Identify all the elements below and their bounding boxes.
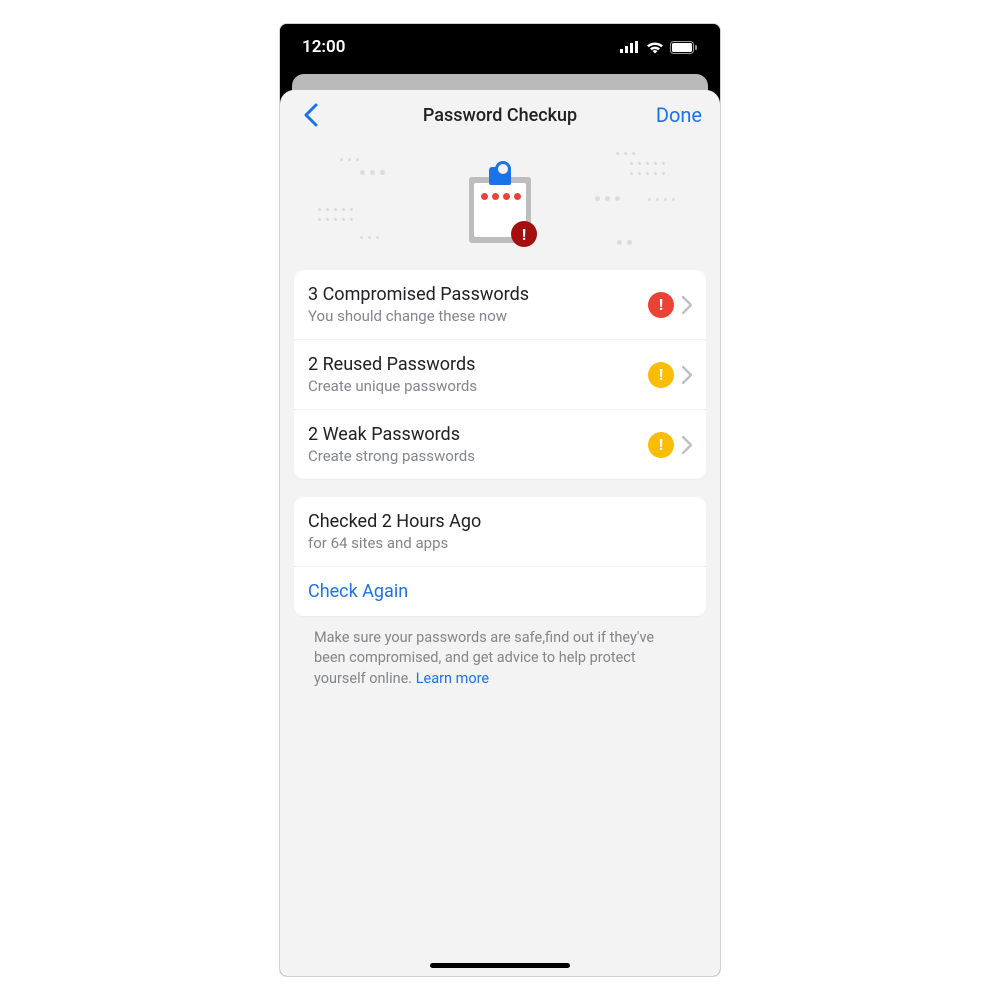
phone-frame: 12:00 Pass (279, 23, 721, 977)
page-title: Password Checkup (280, 105, 720, 126)
status-title: Checked 2 Hours Ago (308, 511, 692, 532)
row-subtitle: You should change these now (308, 307, 648, 325)
status-subtitle: for 64 sites and apps (308, 534, 692, 552)
wifi-icon (646, 41, 664, 54)
status-card: Checked 2 Hours Ago for 64 sites and app… (294, 497, 706, 616)
clipboard-icon: ! (469, 167, 531, 243)
chevron-right-icon (682, 296, 692, 314)
status-bar: 12:00 (280, 24, 720, 70)
reused-passwords-row[interactable]: 2 Reused Passwords Create unique passwor… (294, 340, 706, 410)
footer-text: Make sure your passwords are safe,find o… (294, 616, 706, 689)
last-checked-row: Checked 2 Hours Ago for 64 sites and app… (294, 497, 706, 567)
row-subtitle: Create unique passwords (308, 377, 648, 395)
status-icons (620, 41, 698, 54)
exclamation-icon: ! (648, 292, 674, 318)
clock-label: 12:00 (302, 37, 345, 57)
done-button[interactable]: Done (656, 103, 706, 127)
row-title: 3 Compromised Passwords (308, 284, 648, 305)
alert-badge-icon: ! (511, 221, 537, 247)
modal-sheet: Password Checkup Done ! (280, 90, 720, 976)
home-indicator[interactable] (430, 963, 570, 968)
chevron-right-icon (682, 436, 692, 454)
sheet-underlay (280, 70, 720, 90)
issues-card: 3 Compromised Passwords You should chang… (294, 270, 706, 479)
nav-bar: Password Checkup Done (280, 90, 720, 140)
cellular-icon (620, 41, 640, 53)
chevron-left-icon (304, 103, 318, 127)
row-title: 2 Reused Passwords (308, 354, 648, 375)
weak-passwords-row[interactable]: 2 Weak Passwords Create strong passwords… (294, 410, 706, 479)
row-subtitle: Create strong passwords (308, 447, 648, 465)
chevron-right-icon (682, 366, 692, 384)
back-button[interactable] (294, 98, 328, 132)
row-title: 2 Weak Passwords (308, 424, 648, 445)
check-again-button[interactable]: Check Again (294, 567, 706, 616)
compromised-passwords-row[interactable]: 3 Compromised Passwords You should chang… (294, 270, 706, 340)
exclamation-icon: ! (648, 362, 674, 388)
battery-icon (670, 41, 698, 54)
hero-illustration: ! (280, 140, 720, 270)
learn-more-link[interactable]: Learn more (416, 670, 489, 687)
exclamation-icon: ! (648, 432, 674, 458)
